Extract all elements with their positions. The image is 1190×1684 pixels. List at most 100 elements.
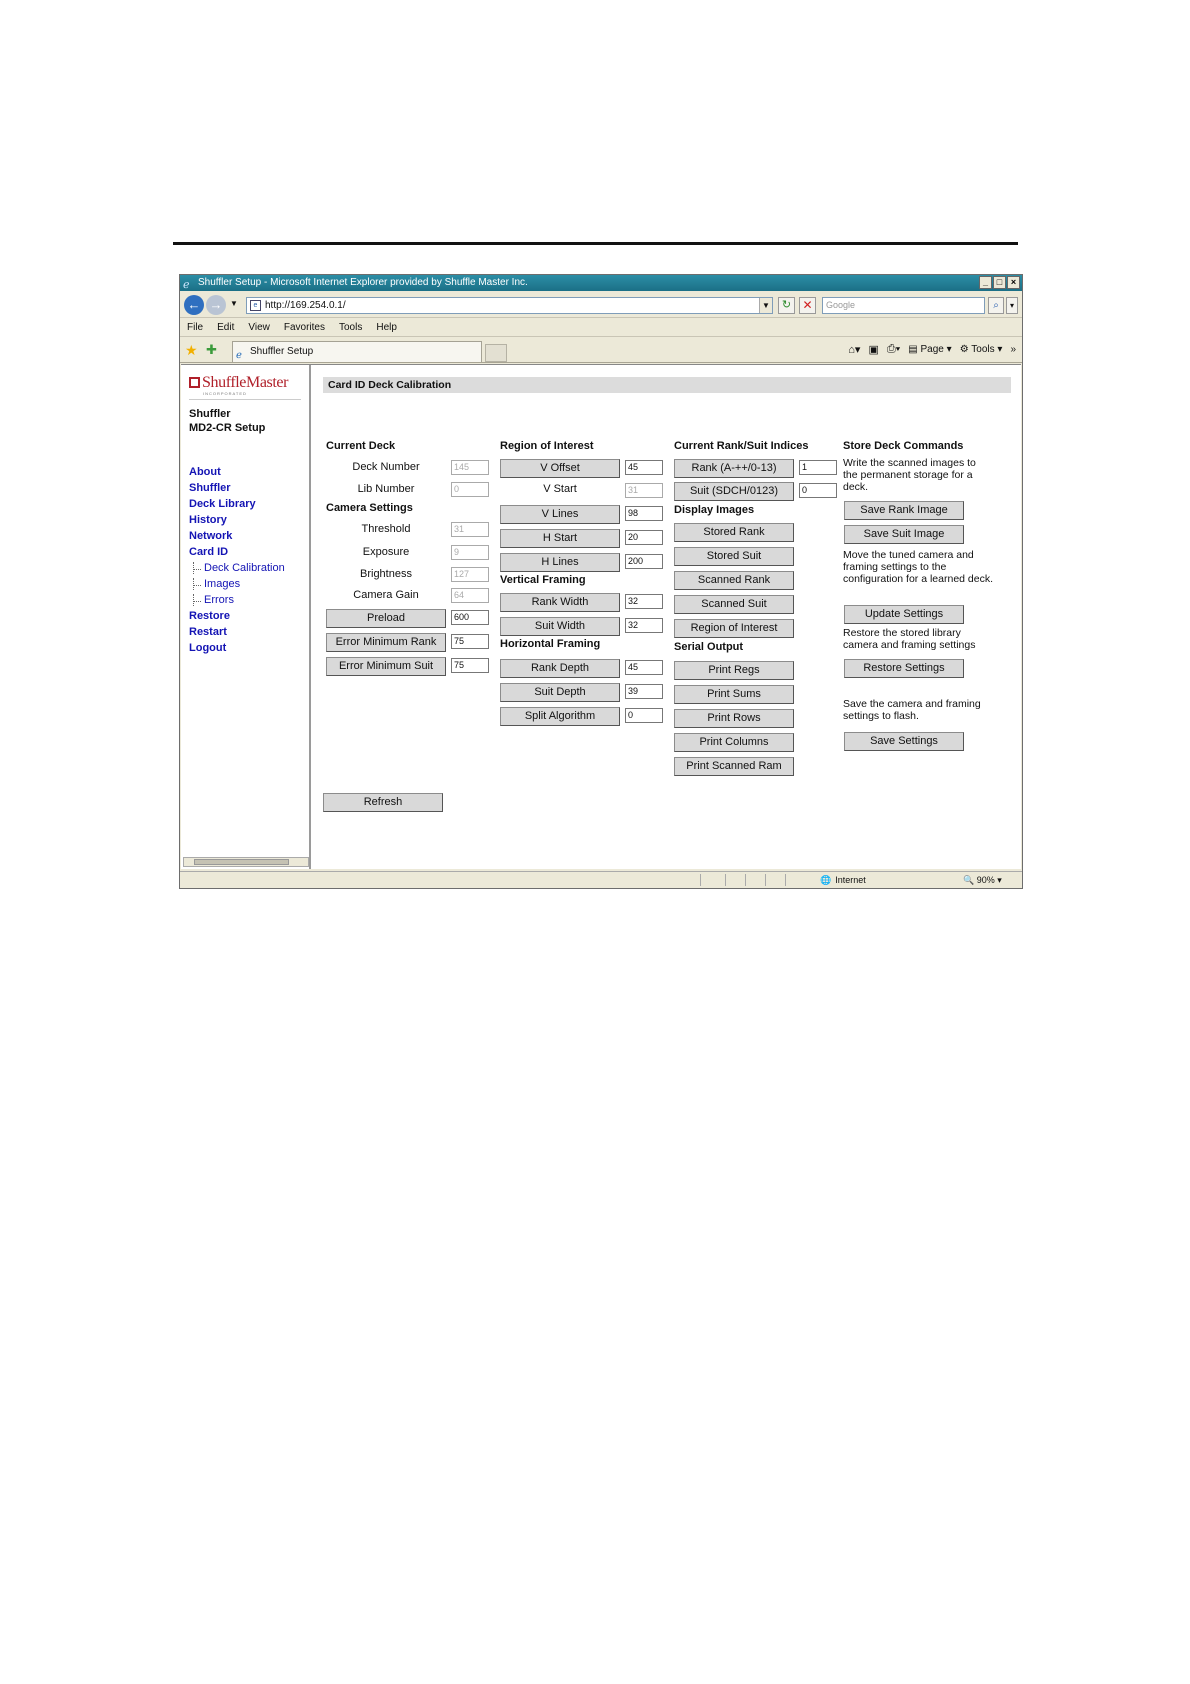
rank-index-field[interactable]: 1 [799,460,837,475]
nav-restore[interactable]: Restore [189,610,230,622]
h-start-field[interactable]: 20 [625,530,663,545]
split-algorithm-button[interactable]: Split Algorithm [500,707,620,726]
suit-depth-field[interactable]: 39 [625,684,663,699]
h-lines-field[interactable]: 200 [625,554,663,569]
camera-gain-field[interactable]: 64 [451,588,489,603]
home-icon[interactable]: ⌂▾ [848,343,860,356]
zone-label: Internet [835,875,866,885]
window-controls: _ □ × [979,276,1020,289]
stored-suit-button[interactable]: Stored Suit [674,547,794,566]
save-settings-button[interactable]: Save Settings [844,732,964,751]
nav-images[interactable]: Images [193,578,240,590]
preload-field[interactable]: 600 [451,610,489,625]
suit-index-field[interactable]: 0 [799,483,837,498]
address-bar[interactable]: e http://169.254.0.1/ ▼ [246,297,773,314]
print-regs-button[interactable]: Print Regs [674,661,794,680]
save-rank-image-button[interactable]: Save Rank Image [844,501,964,520]
threshold-field[interactable]: 31 [451,522,489,537]
nav-restart[interactable]: Restart [189,626,227,638]
page-rule [173,242,1018,245]
zoom-control[interactable]: 🔍 90% ▾ [963,872,1002,888]
nav-history[interactable]: History [189,514,227,526]
error-min-suit-button[interactable]: Error Minimum Suit [326,657,446,676]
search-options-icon[interactable]: ▾ [1006,297,1018,314]
split-algorithm-field[interactable]: 0 [625,708,663,723]
scanned-rank-button[interactable]: Scanned Rank [674,571,794,590]
refresh-button[interactable]: Refresh [323,793,443,812]
menu-edit[interactable]: Edit [217,319,234,336]
security-zone[interactable]: 🌐 Internet [820,872,866,888]
print-rows-button[interactable]: Print Rows [674,709,794,728]
preload-button[interactable]: Preload [326,609,446,628]
search-input[interactable]: Google [822,297,985,314]
chevron-right-icon[interactable]: » [1010,344,1016,355]
add-favorite-icon[interactable]: ✚ [206,342,217,358]
nav-card-id[interactable]: Card ID [189,546,228,558]
suit-width-button[interactable]: Suit Width [500,617,620,636]
v-lines-field[interactable]: 98 [625,506,663,521]
scanned-suit-button[interactable]: Scanned Suit [674,595,794,614]
restore-settings-button[interactable]: Restore Settings [844,659,964,678]
suit-depth-button[interactable]: Suit Depth [500,683,620,702]
menu-view[interactable]: View [248,319,270,336]
error-min-rank-button[interactable]: Error Minimum Rank [326,633,446,652]
v-offset-button[interactable]: V Offset [500,459,620,478]
nav-errors[interactable]: Errors [193,594,234,606]
menu-help[interactable]: Help [376,319,397,336]
stored-rank-button[interactable]: Stored Rank [674,523,794,542]
h-start-button[interactable]: H Start [500,529,620,548]
suit-width-field[interactable]: 32 [625,618,663,633]
forward-button[interactable]: → [206,295,226,315]
search-icon[interactable]: ⌕ [988,297,1004,314]
save-suit-image-button[interactable]: Save Suit Image [844,525,964,544]
brightness-field[interactable]: 127 [451,567,489,582]
close-button[interactable]: × [1007,276,1020,289]
history-dropdown-icon[interactable]: ▼ [230,299,238,308]
rank-depth-button[interactable]: Rank Depth [500,659,620,678]
sidebar-scrollbar[interactable] [183,857,309,867]
tools-menu[interactable]: ⚙ Tools ▾ [960,344,1003,355]
suit-index-button[interactable]: Suit (SDCH/0123) [674,482,794,501]
maximize-button[interactable]: □ [993,276,1006,289]
stop-icon[interactable]: ✕ [799,297,816,314]
rank-width-field[interactable]: 32 [625,594,663,609]
error-min-rank-field[interactable]: 75 [451,634,489,649]
nav-logout[interactable]: Logout [189,642,226,654]
new-tab-button[interactable] [485,344,507,362]
print-sums-button[interactable]: Print Sums [674,685,794,704]
page-menu[interactable]: ▤ Page ▾ [908,344,951,355]
feeds-icon[interactable]: ▣ [868,343,878,356]
print-scanned-ram-button[interactable]: Print Scanned Ram [674,757,794,776]
menu-file[interactable]: File [187,319,203,336]
deck-number-field[interactable]: 145 [451,460,489,475]
rank-width-button[interactable]: Rank Width [500,593,620,612]
rank-index-button[interactable]: Rank (A-++/0-13) [674,459,794,478]
menu-favorites[interactable]: Favorites [284,319,325,336]
h-lines-button[interactable]: H Lines [500,553,620,572]
print-columns-button[interactable]: Print Columns [674,733,794,752]
nav-shuffler[interactable]: Shuffler [189,482,231,494]
address-dropdown-icon[interactable]: ▼ [759,298,772,313]
minimize-button[interactable]: _ [979,276,992,289]
v-lines-button[interactable]: V Lines [500,505,620,524]
menu-tools[interactable]: Tools [339,319,362,336]
rank-depth-field[interactable]: 45 [625,660,663,675]
status-divider [765,874,766,886]
update-settings-button[interactable]: Update Settings [844,605,964,624]
error-min-suit-field[interactable]: 75 [451,658,489,673]
nav-about[interactable]: About [189,466,221,478]
back-button[interactable]: ← [184,295,204,315]
nav-deck-library[interactable]: Deck Library [189,498,256,510]
lib-number-field[interactable]: 0 [451,482,489,497]
tab-shuffler-setup[interactable]: ℯ Shuffler Setup [232,341,482,362]
exposure-field[interactable]: 9 [451,545,489,560]
v-start-field[interactable]: 31 [625,483,663,498]
favorites-star-icon[interactable]: ★ [185,342,198,359]
print-icon[interactable]: ⎙▾ [887,343,900,356]
nav-deck-calibration[interactable]: Deck Calibration [193,562,285,574]
refresh-icon[interactable]: ↻ [778,297,795,314]
nav-network[interactable]: Network [189,530,232,542]
scrollbar-thumb[interactable] [194,859,289,865]
region-of-interest-button[interactable]: Region of Interest [674,619,794,638]
v-offset-field[interactable]: 45 [625,460,663,475]
